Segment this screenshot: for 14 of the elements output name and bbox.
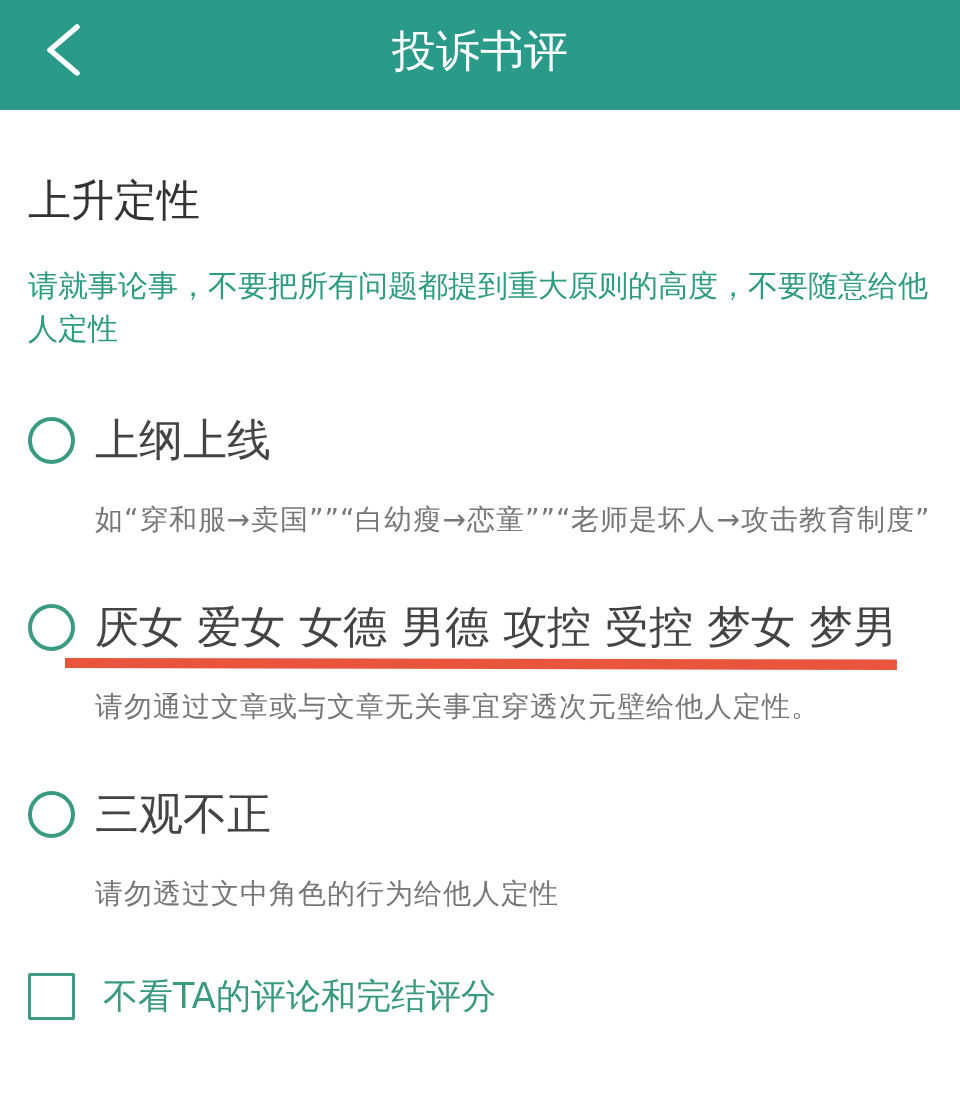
option-description: 请勿透过文中角色的行为给他人定性: [95, 876, 559, 912]
option-label[interactable]: 厌女 爱女 女德 男德 攻控 受控 梦女 梦男: [95, 597, 897, 657]
radio-button[interactable]: [28, 603, 75, 651]
checkbox[interactable]: [28, 972, 75, 1020]
option-label[interactable]: 上纲上线: [95, 410, 271, 470]
radio-button[interactable]: [28, 416, 75, 464]
option-description: 如“穿和服→卖国””“白幼瘦→恋童””“老师是坏人→攻击教育制度”: [95, 502, 931, 538]
radio-button[interactable]: [28, 790, 75, 838]
page-title: 投诉书评: [392, 24, 568, 78]
chevron-left-icon: [45, 24, 81, 76]
option-label[interactable]: 三观不正: [95, 784, 271, 844]
option-description: 请勿通过文章或与文章无关事宜穿透次元壁给他人定性。: [95, 689, 820, 725]
hint-text: 请就事论事，不要把所有问题都提到重大原则的高度，不要随意给他人定性: [28, 267, 929, 348]
section-title: 上升定性: [28, 174, 200, 227]
